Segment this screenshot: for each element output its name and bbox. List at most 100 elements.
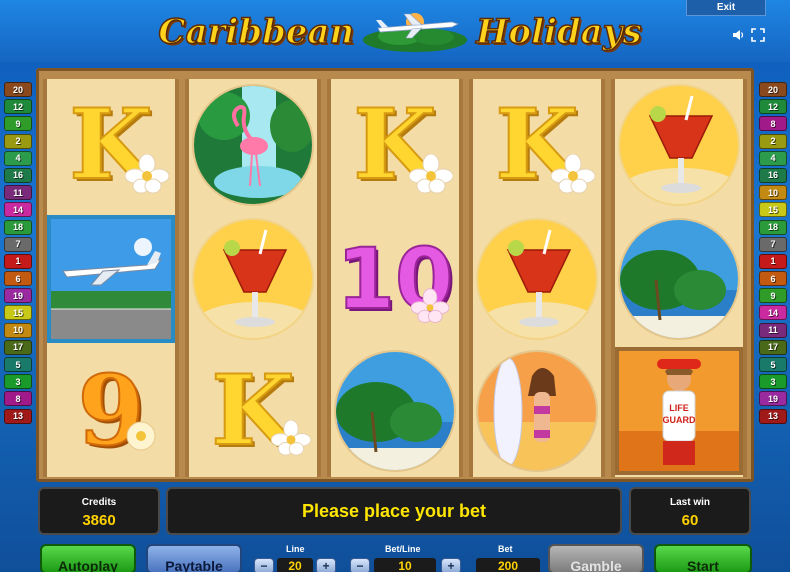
symbol-ten: 10	[336, 230, 454, 329]
gamble-button[interactable]: Gamble	[548, 544, 644, 572]
payline-indicator[interactable]: 11	[759, 322, 787, 338]
payline-indicator[interactable]: 10	[4, 322, 32, 338]
last-win-label: Last win	[669, 497, 710, 508]
payline-indicator[interactable]: 14	[759, 305, 787, 321]
payline-indicator[interactable]: 17	[4, 339, 32, 355]
payline-indicator[interactable]: 3	[759, 374, 787, 390]
payline-indicator[interactable]: 20	[4, 82, 32, 97]
credits-value: 3860	[82, 512, 116, 529]
symbol-k: K	[189, 345, 317, 477]
game-header: Caribbean Holidays Exit	[0, 0, 790, 62]
flower-icon	[550, 153, 596, 199]
payline-indicator[interactable]: 4	[759, 150, 787, 166]
reel-5: LIFE GUARD	[611, 79, 747, 477]
payline-indicator[interactable]: 18	[4, 219, 32, 235]
payline-indicator[interactable]: 16	[4, 167, 32, 183]
payline-indicator[interactable]: 7	[759, 236, 787, 252]
payline-indicator[interactable]: 5	[4, 357, 32, 372]
line-label: Line	[286, 544, 305, 554]
start-button[interactable]: Start	[654, 544, 752, 572]
payline-indicator[interactable]: 20	[759, 82, 787, 97]
last-win-display: Last win 60	[629, 487, 751, 535]
symbol-nine: 9	[47, 345, 175, 477]
symbol-cocktail	[615, 79, 743, 211]
svg-text:LIFE: LIFE	[669, 403, 689, 413]
symbol-k: K	[331, 79, 459, 211]
line-value: 20	[277, 558, 313, 572]
payline-indicator[interactable]: 9	[4, 116, 32, 132]
bet-line-value: 10	[374, 558, 436, 572]
payline-indicator[interactable]: 13	[759, 408, 787, 424]
credits-label: Credits	[81, 497, 117, 508]
payline-indicator[interactable]: 13	[4, 408, 32, 424]
payline-indicator[interactable]: 17	[759, 339, 787, 355]
payline-indicator[interactable]: 9	[759, 288, 787, 304]
symbol-palm-beach	[615, 213, 743, 345]
payline-indicator[interactable]: 5	[759, 357, 787, 372]
payline-indicator[interactable]: 7	[4, 236, 32, 252]
svg-text:GUARD: GUARD	[663, 415, 696, 425]
bet-line-decrease-button[interactable]: −	[350, 558, 370, 572]
payline-indicator[interactable]: 8	[759, 116, 787, 132]
symbol-palm-beach	[331, 345, 459, 477]
sound-icon[interactable]	[731, 28, 745, 42]
bet-line-label: Bet/Line	[385, 544, 421, 554]
payline-indicator[interactable]: 19	[4, 288, 32, 304]
logo-word-1: Caribbean	[158, 11, 355, 53]
payline-indicator[interactable]: 19	[759, 391, 787, 407]
payline-indicator[interactable]: 10	[759, 185, 787, 201]
symbol-flamingo	[189, 79, 317, 211]
payline-indicator[interactable]: 11	[4, 185, 32, 201]
game-logo: Caribbean Holidays	[158, 6, 643, 58]
payline-indicator[interactable]: 2	[759, 133, 787, 149]
flower-icon	[410, 288, 450, 329]
flower-icon	[408, 153, 454, 199]
reel-area: K 9 K K 10 K LIFE GUARD	[36, 68, 754, 482]
line-increase-button[interactable]: +	[316, 558, 336, 572]
bet-value: 200	[476, 558, 540, 572]
flower-icon	[124, 153, 170, 199]
payline-indicator[interactable]: 6	[759, 271, 787, 287]
reel-3: K 10	[327, 79, 463, 477]
credits-display: Credits 3860	[38, 487, 160, 535]
symbol-cocktail	[189, 213, 317, 345]
symbol-k: K	[473, 79, 601, 211]
payline-indicator[interactable]: 18	[759, 219, 787, 235]
fullscreen-icon[interactable]	[751, 28, 765, 42]
paytable-button[interactable]: Paytable	[146, 544, 242, 572]
symbol-lifeguard: LIFE GUARD	[615, 345, 743, 477]
payline-indicator[interactable]: 12	[4, 99, 32, 115]
payline-indicator[interactable]: 8	[4, 391, 32, 407]
logo-airplane-icon	[360, 10, 470, 54]
bet-label: Bet	[498, 544, 513, 554]
payline-indicator[interactable]: 15	[759, 202, 787, 218]
payline-indicator[interactable]: 16	[759, 167, 787, 183]
payline-indicator[interactable]: 15	[4, 305, 32, 321]
line-decrease-button[interactable]: −	[254, 558, 274, 572]
symbol-surfer-girl	[473, 345, 601, 477]
symbol-k: K	[47, 79, 175, 211]
last-win-value: 60	[681, 512, 699, 529]
flower-icon	[123, 418, 159, 459]
payline-indicator[interactable]: 3	[4, 374, 32, 390]
reel-2: K	[185, 79, 321, 477]
bet-line-increase-button[interactable]: +	[441, 558, 461, 572]
right-payline-indicators: 20 12 8 2 4 16 10 15 18 7 1 6 9 14 11 17 5 3 19 13	[759, 82, 787, 426]
left-payline-indicators: 20 12 9 2 4 16 11 14 18 7 1 6 19 15 10 17 5 3 8 13	[4, 82, 32, 426]
symbol-airplane	[47, 213, 175, 345]
autoplay-button[interactable]: Autoplay	[40, 544, 136, 572]
payline-indicator[interactable]: 1	[4, 253, 32, 269]
payline-indicator[interactable]: 14	[4, 202, 32, 218]
logo-word-2: Holidays	[476, 11, 643, 53]
exit-button[interactable]: Exit	[686, 0, 766, 16]
payline-indicator[interactable]: 1	[759, 253, 787, 269]
payline-indicator[interactable]: 2	[4, 133, 32, 149]
status-message: Please place your bet	[301, 500, 487, 521]
symbol-cocktail	[473, 213, 601, 345]
reel-4: K	[469, 79, 605, 477]
payline-indicator[interactable]: 4	[4, 150, 32, 166]
message-display: Please place your bet	[166, 487, 622, 535]
reel-1: K 9	[43, 79, 179, 477]
payline-indicator[interactable]: 12	[759, 99, 787, 115]
payline-indicator[interactable]: 6	[4, 271, 32, 287]
